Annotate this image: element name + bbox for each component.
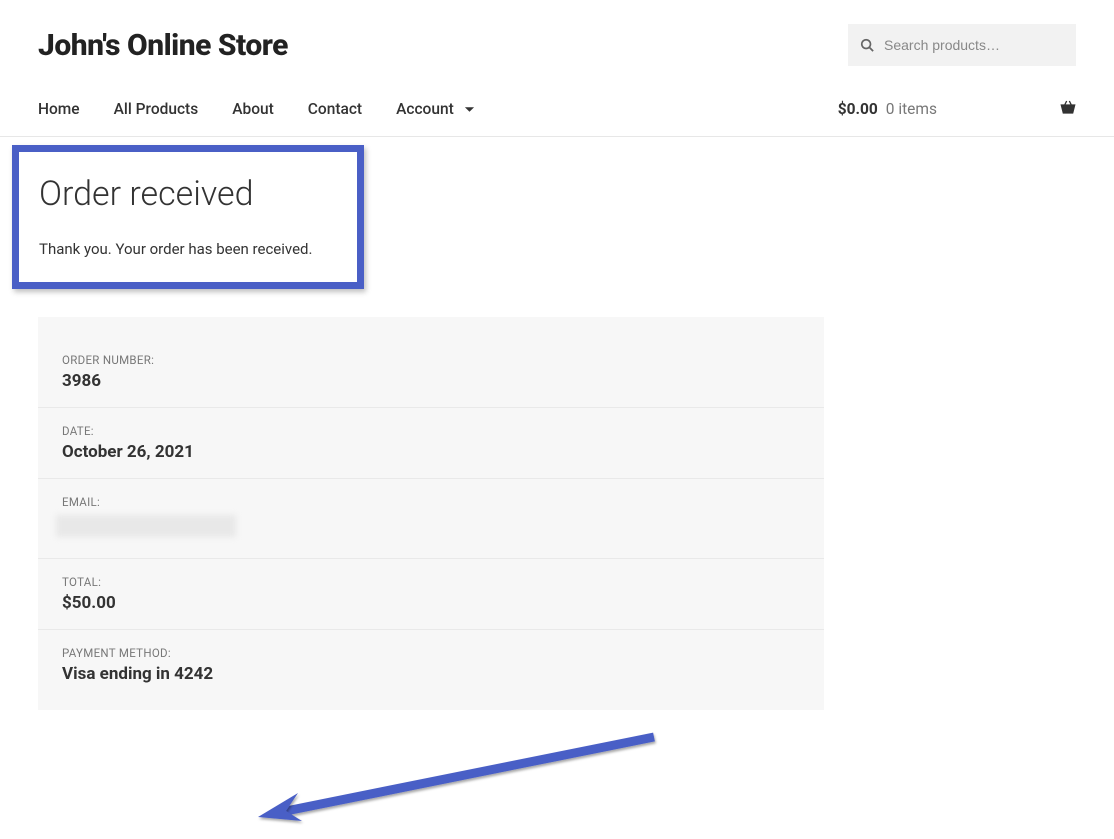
label-payment-method: PAYMENT METHOD:	[62, 646, 800, 660]
value-total: $50.00	[62, 593, 800, 613]
value-date: October 26, 2021	[62, 442, 800, 462]
redacted-email	[56, 515, 236, 537]
highlight-annotation-box: Order received Thank you. Your order has…	[12, 145, 364, 289]
label-date: DATE:	[62, 424, 800, 438]
nav-item-home[interactable]: Home	[38, 100, 80, 118]
chevron-down-icon	[464, 104, 475, 115]
thank-you-message: Thank you. Your order has been received.	[39, 240, 337, 258]
page-content: Order received Thank you. Your order has…	[0, 145, 1114, 710]
nav-item-contact[interactable]: Contact	[308, 100, 362, 118]
cart-amount: $0.00	[838, 100, 878, 118]
value-email	[62, 513, 800, 542]
search-icon	[860, 38, 874, 52]
nav-item-account-label: Account	[396, 100, 454, 118]
label-total: TOTAL:	[62, 575, 800, 589]
order-details-list: ORDER NUMBER: 3986 DATE: October 26, 202…	[38, 317, 824, 710]
order-receipt: ORDER NUMBER: 3986 DATE: October 26, 202…	[38, 317, 824, 710]
nav-list: Home All Products About Contact Account	[38, 100, 475, 118]
nav-item-account[interactable]: Account	[396, 100, 475, 118]
value-payment-method: Visa ending in 4242	[62, 664, 800, 684]
cart-link[interactable]: $0.00 0 items	[838, 100, 1076, 118]
search-input[interactable]	[848, 24, 1076, 66]
row-total: TOTAL: $50.00	[38, 559, 824, 630]
search-wrap	[848, 24, 1076, 66]
value-order-number: 3986	[62, 371, 800, 391]
site-title[interactable]: John's Online Store	[38, 28, 288, 63]
cart-items-count: 0 items	[886, 100, 937, 118]
site-header: John's Online Store	[0, 0, 1114, 86]
nav-item-about[interactable]: About	[232, 100, 274, 118]
basket-icon	[1060, 100, 1076, 114]
row-email: EMAIL:	[38, 479, 824, 559]
annotation-arrow	[256, 729, 666, 839]
label-email: EMAIL:	[62, 495, 800, 509]
page-title: Order received	[39, 174, 337, 214]
nav-item-all-products[interactable]: All Products	[114, 100, 199, 118]
row-order-number: ORDER NUMBER: 3986	[38, 337, 824, 408]
label-order-number: ORDER NUMBER:	[62, 353, 800, 367]
row-date: DATE: October 26, 2021	[38, 408, 824, 479]
main-nav: Home All Products About Contact Account …	[0, 86, 1114, 137]
row-payment-method: PAYMENT METHOD: Visa ending in 4242	[38, 630, 824, 700]
